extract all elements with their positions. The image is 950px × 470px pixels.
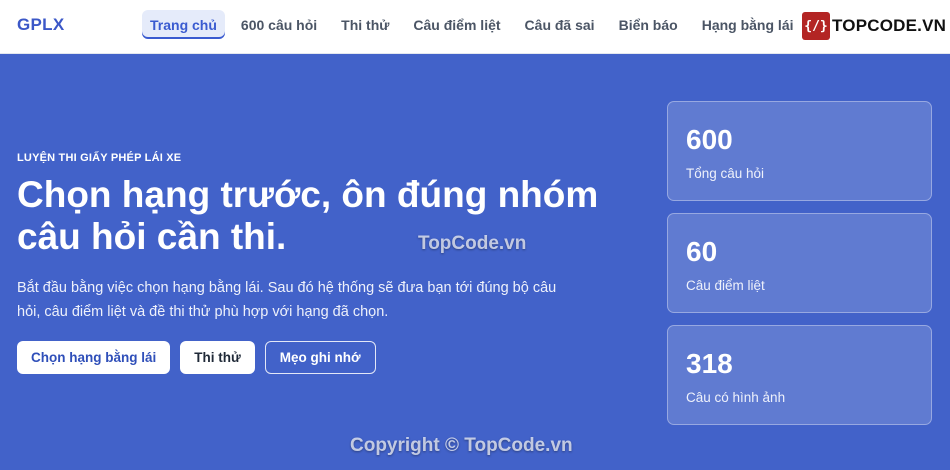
nav-item-road-signs[interactable]: Biển báo — [611, 10, 686, 39]
stat-label: Câu điểm liệt — [686, 278, 765, 293]
memory-tips-button[interactable]: Mẹo ghi nhớ — [264, 341, 376, 374]
nav-item-critical-questions[interactable]: Câu điểm liệt — [405, 10, 508, 39]
nav-item-home[interactable]: Trang chủ — [142, 10, 225, 39]
practice-test-button[interactable]: Thi thử — [180, 341, 255, 374]
brand-logo[interactable]: GPLX — [17, 15, 65, 35]
top-navbar: GPLX Trang chủ 600 câu hỏi Thi thử Câu đ… — [0, 0, 950, 54]
stat-card-total-questions: 600 Tổng câu hỏi — [667, 101, 932, 201]
stat-value: 60 — [686, 236, 718, 267]
choose-license-class-button[interactable]: Chọn hạng bằng lái — [17, 341, 171, 374]
hero-actions: Chọn hạng bằng lái Thi thử Mẹo ghi nhớ — [17, 341, 376, 374]
stat-label: Câu có hình ảnh — [686, 390, 786, 405]
nav-item-license-class[interactable]: Hạng bằng lái — [694, 10, 802, 39]
topcode-logo: {/} TOPCODE.VN — [802, 10, 946, 42]
stat-value: 600 — [686, 124, 733, 155]
nav-item-practice-test[interactable]: Thi thử — [333, 10, 397, 39]
hero-title: Chọn hạng trước, ôn đúng nhóm câu hỏi cầ… — [17, 174, 599, 257]
hero-description: Bắt đầu bằng việc chọn hạng bằng lái. Sa… — [17, 280, 557, 320]
stat-value: 318 — [686, 348, 733, 379]
stat-card-image-questions: 318 Câu có hình ảnh — [667, 325, 932, 425]
code-brackets-icon: {/} — [802, 12, 830, 40]
topcode-logo-text: TOPCODE.VN — [832, 16, 947, 35]
hero-eyebrow: LUYỆN THI GIẤY PHÉP LÁI XE — [17, 152, 182, 164]
watermark-copyright: Copyright © TopCode.vn — [350, 435, 573, 456]
nav-item-wrong-answers[interactable]: Câu đã sai — [517, 10, 603, 39]
watermark-center: TopCode.vn — [418, 233, 527, 254]
nav-item-600-questions[interactable]: 600 câu hỏi — [233, 10, 325, 39]
stat-card-critical-questions: 60 Câu điểm liệt — [667, 213, 932, 313]
main-nav: Trang chủ 600 câu hỏi Thi thử Câu điểm l… — [142, 10, 810, 39]
stat-label: Tổng câu hỏi — [686, 166, 765, 181]
